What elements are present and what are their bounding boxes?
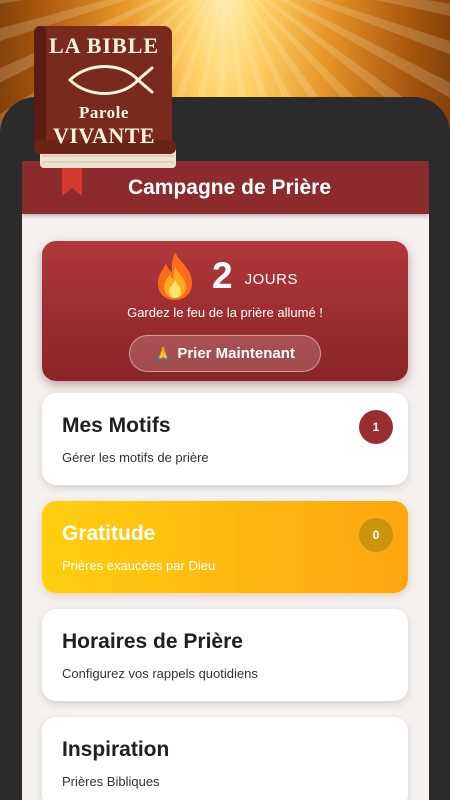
count-badge: 1 [359, 410, 393, 444]
pray-now-button[interactable]: 🙏 Prier Maintenant [129, 335, 321, 372]
streak-card: 2 JOURS Gardez le feu de la prière allum… [42, 241, 408, 381]
streak-row: 2 JOURS [42, 251, 408, 301]
logo-title: LA BIBLE [48, 33, 160, 58]
streak-message: Gardez le feu de la prière allumé ! [127, 305, 323, 320]
count-badge: 0 [359, 518, 393, 552]
prayer-schedule-card[interactable]: Horaires de Prière Configurez vos rappel… [42, 609, 408, 701]
card-title: Gratitude [62, 522, 156, 545]
fire-icon [158, 252, 193, 300]
logo-subtitle-2: VIVANTE [52, 123, 156, 148]
logo-subtitle: Parole [79, 103, 129, 122]
praying-hands-icon: 🙏 [155, 345, 172, 361]
card-title: Horaires de Prière [62, 630, 243, 653]
card-title: Inspiration [62, 738, 170, 761]
card-subtitle: Gérer les motifs de prière [62, 450, 209, 465]
inspiration-card[interactable]: Inspiration Prières Bibliques [42, 717, 408, 800]
card-subtitle: Configurez vos rappels quotidiens [62, 666, 258, 681]
card-subtitle: Prières exaucées par Dieu [62, 558, 216, 573]
app-logo: LA BIBLE Parole VIVANTE [30, 22, 180, 200]
streak-count: 2 [212, 255, 233, 296]
pray-now-label: Prier Maintenant [177, 345, 295, 362]
streak-unit: JOURS [244, 270, 298, 288]
my-motifs-card[interactable]: Mes Motifs Gérer les motifs de prière 1 [42, 393, 408, 485]
app-screen: Campagne de Prière 2 JOURS Gardez le feu… [22, 161, 429, 800]
card-title: Mes Motifs [62, 414, 171, 437]
gratitude-card[interactable]: Gratitude Prières exaucées par Dieu 0 [42, 501, 408, 593]
card-subtitle: Prières Bibliques [62, 774, 160, 789]
